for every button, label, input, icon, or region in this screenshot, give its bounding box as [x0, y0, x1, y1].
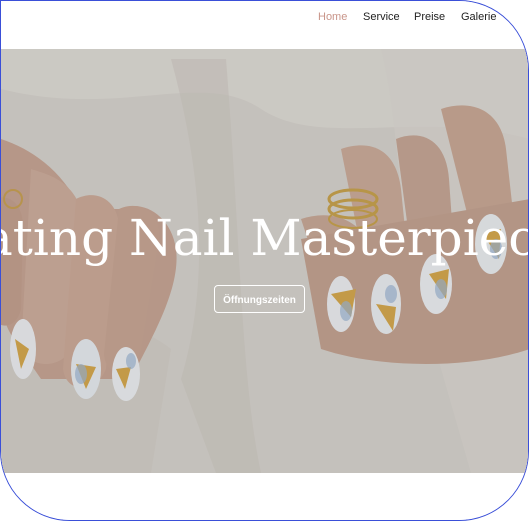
- browser-frame: Home Service Preise Galerie ating Nail M…: [0, 0, 529, 521]
- page-below-hero: [1, 473, 528, 520]
- nav-link-galerie[interactable]: Galerie: [461, 11, 496, 23]
- top-navigation: Home Service Preise Galerie: [1, 1, 528, 49]
- hero-title: ating Nail Masterpiec: [1, 209, 528, 267]
- nav-link-service[interactable]: Service: [363, 11, 400, 23]
- nav-link-home[interactable]: Home: [318, 11, 347, 23]
- hero-section: ating Nail Masterpiec Öffnungszeiten: [1, 49, 528, 473]
- opening-hours-button[interactable]: Öffnungszeiten: [214, 285, 305, 313]
- nav-link-preise[interactable]: Preise: [414, 11, 445, 23]
